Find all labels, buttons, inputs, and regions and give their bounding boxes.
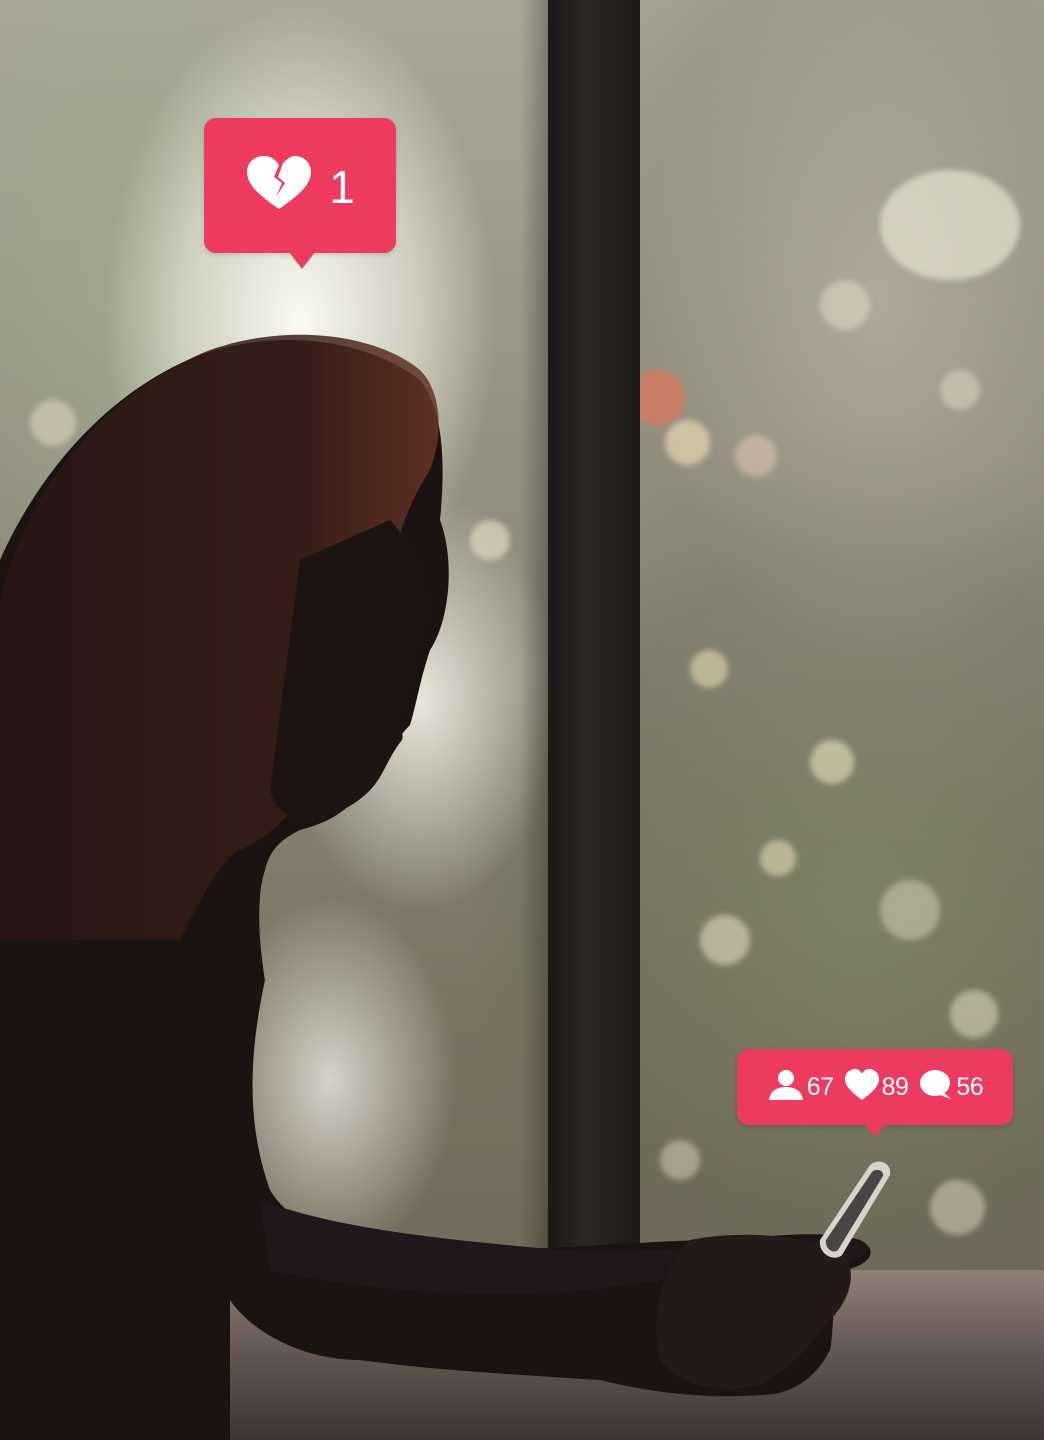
comments-count: 56: [956, 1072, 984, 1101]
dislike-count: 1: [329, 160, 355, 213]
person-icon: [767, 1069, 805, 1106]
likes-count: 89: [881, 1072, 909, 1101]
followers-stat: 67: [767, 1069, 834, 1106]
followers-count: 67: [806, 1072, 834, 1101]
comments-stat: 56: [918, 1069, 984, 1106]
activity-notification: 67 89 56: [737, 1049, 1013, 1137]
broken-heart-icon: [245, 155, 313, 216]
comment-icon: [918, 1069, 954, 1106]
likes-stat: 89: [844, 1068, 909, 1106]
dislike-notification: 1: [204, 118, 396, 269]
photo-scene: 1 67 89 56: [0, 0, 1044, 1440]
heart-icon: [844, 1068, 880, 1106]
woman-silhouette: [0, 334, 891, 1440]
